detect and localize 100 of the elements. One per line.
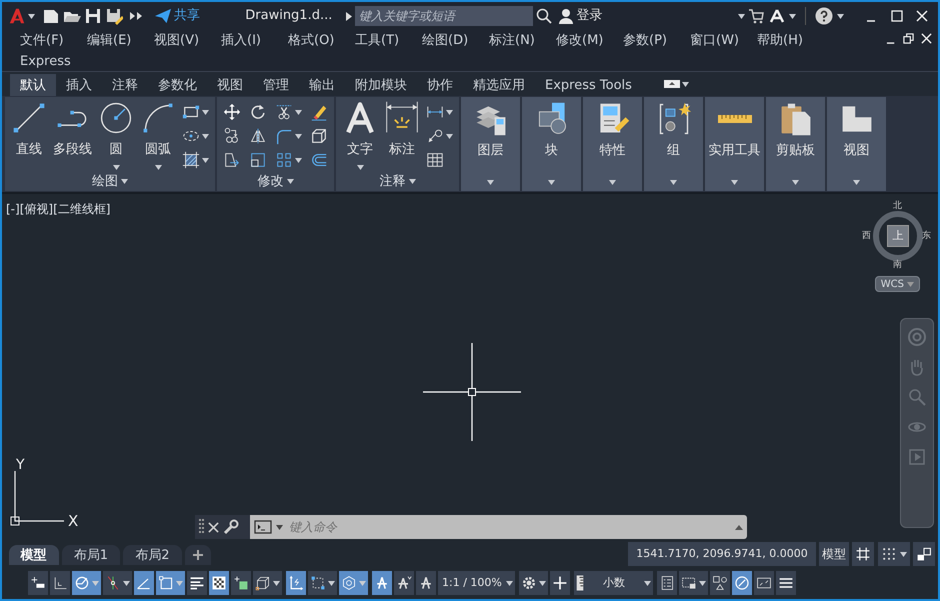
caret-icon[interactable] (670, 180, 677, 185)
status-toggle-button[interactable] (550, 571, 570, 595)
ribbon-tab[interactable]: 协作 (417, 74, 463, 96)
viewport-control[interactable]: [俯视] (20, 200, 54, 218)
history-up-icon[interactable] (735, 524, 743, 530)
caret-icon[interactable] (123, 580, 130, 586)
status-toggle-button[interactable] (912, 542, 935, 566)
caret-icon[interactable] (295, 134, 302, 138)
ribbon-tab[interactable]: 参数化 (148, 74, 207, 96)
status-toggle-button[interactable] (678, 571, 708, 595)
ribbon-tab[interactable]: 默认 (10, 74, 56, 96)
ribbon-tab[interactable]: 视图 (207, 74, 253, 96)
status-toggle-button[interactable] (339, 571, 368, 595)
caret-icon[interactable] (682, 82, 690, 86)
menu-item[interactable]: 窗口(W) (682, 30, 749, 51)
ribbon-tab[interactable]: 附加模块 (345, 74, 417, 96)
viewcube-face[interactable]: 上 (887, 225, 909, 247)
status-toggle-button[interactable] (518, 571, 548, 595)
menu-item[interactable]: 参数(P) (615, 30, 682, 51)
login-button[interactable]: 登录 (555, 6, 606, 26)
caret-icon[interactable] (356, 164, 364, 170)
caret-icon[interactable] (538, 580, 546, 586)
status-toggle-button[interactable] (28, 571, 48, 595)
search-field[interactable]: 键入关键字或短语 (354, 6, 533, 26)
menu-item[interactable]: 绘图(D) (414, 30, 481, 51)
status-toggle-button[interactable]: 小数 (574, 571, 653, 595)
caret-icon[interactable] (446, 110, 453, 114)
panel-title[interactable]: 绘图 (92, 172, 118, 192)
compass-label[interactable]: 东 (922, 230, 931, 244)
menu-item[interactable]: 工具(T) (347, 30, 414, 51)
cart-icon[interactable] (748, 8, 764, 24)
menu-item[interactable]: 编辑(E) (79, 30, 146, 51)
menu-item[interactable]: 修改(M) (548, 30, 615, 51)
ribbon-tab[interactable]: 插入 (56, 74, 102, 96)
caret-icon[interactable] (286, 179, 294, 184)
new-file-icon[interactable] (42, 7, 60, 25)
ribbon-tool-button[interactable]: 圆弧 (138, 100, 178, 172)
caret-icon[interactable] (788, 14, 796, 18)
menu-item[interactable]: Express (12, 51, 79, 72)
save-as-icon[interactable] (105, 7, 124, 25)
ribbon-panel-button[interactable]: 实用工具 (705, 97, 764, 191)
caret-icon[interactable] (154, 164, 162, 170)
coordinate-system-menu[interactable]: WCS (874, 276, 920, 292)
caret-icon[interactable] (295, 110, 302, 114)
menu-item[interactable]: 格式(O) (280, 30, 347, 51)
caret-icon[interactable] (295, 158, 302, 162)
compass-label[interactable]: 南 (893, 259, 902, 272)
menu-item[interactable]: 视图(V) (146, 30, 213, 51)
caret-icon[interactable] (328, 580, 335, 586)
status-toggle-button[interactable] (134, 571, 154, 595)
status-toggle-button[interactable] (308, 571, 337, 595)
maximize-icon[interactable] (891, 10, 904, 22)
status-toggle-button[interactable] (656, 571, 677, 595)
viewport-control[interactable]: [二维线框] (53, 200, 110, 218)
menu-item[interactable]: 文件(F) (12, 30, 79, 51)
caret-icon[interactable] (28, 14, 36, 18)
caret-icon[interactable] (408, 179, 416, 184)
ribbon-tab[interactable]: Express Tools (535, 74, 642, 96)
caret-icon[interactable] (853, 180, 860, 185)
ribbon-panel-button[interactable]: 组 (644, 97, 703, 191)
model-space-button[interactable]: 模型 (819, 542, 849, 566)
menu-item[interactable]: 帮助(H) (749, 30, 816, 51)
ribbon-panel-button[interactable]: 特性 (583, 97, 642, 191)
caret-icon[interactable] (548, 180, 555, 185)
compass-label[interactable]: 北 (893, 200, 902, 214)
ribbon-panel-button[interactable]: 剪贴板 (766, 97, 825, 191)
status-toggle-button[interactable] (187, 571, 207, 595)
help-icon[interactable] (815, 7, 834, 25)
ribbon-panel-button[interactable]: 块 (522, 97, 581, 191)
caret-icon[interactable] (644, 580, 651, 586)
status-toggle-button[interactable] (372, 571, 392, 595)
status-toggle-button[interactable] (776, 571, 796, 595)
status-toggle-button[interactable] (231, 571, 251, 595)
caret-icon[interactable] (900, 552, 906, 556)
status-toggle-button[interactable] (209, 571, 229, 595)
caret-icon[interactable] (273, 580, 280, 586)
ribbon-tab[interactable]: 输出 (299, 74, 345, 96)
status-toggle-button[interactable] (852, 542, 874, 566)
add-tab-button[interactable] (184, 545, 211, 565)
caret-icon[interactable] (609, 180, 616, 185)
expand-arrow-icon[interactable] (346, 12, 352, 20)
ribbon-panel-button[interactable]: 视图 (827, 97, 886, 191)
ribbon-panel-button[interactable]: 图层 (461, 97, 520, 191)
status-toggle-button[interactable] (394, 571, 414, 595)
viewport-control[interactable]: [-] (6, 200, 20, 218)
panel-title[interactable]: 注释 (380, 172, 406, 192)
ribbon-tool-button[interactable]: 标注 (382, 100, 422, 172)
panel-title[interactable]: 修改 (258, 172, 284, 192)
caret-icon[interactable] (112, 164, 120, 170)
status-toggle-button[interactable] (286, 571, 306, 595)
caret-icon[interactable] (202, 110, 209, 114)
caret-icon[interactable] (506, 580, 513, 586)
share-button[interactable]: 共享 (151, 6, 203, 26)
compass-label[interactable]: 西 (862, 230, 871, 244)
ribbon-tab[interactable]: 注释 (102, 74, 148, 96)
ribbon-tool-button[interactable]: 文字 (340, 100, 380, 172)
ribbon-tool-button[interactable]: 多段线 (51, 100, 94, 172)
menu-item[interactable]: 标注(N) (481, 30, 548, 51)
status-toggle-button[interactable]: 1:1 / 100% (438, 571, 515, 595)
command-prompt-icon[interactable] (254, 520, 272, 534)
